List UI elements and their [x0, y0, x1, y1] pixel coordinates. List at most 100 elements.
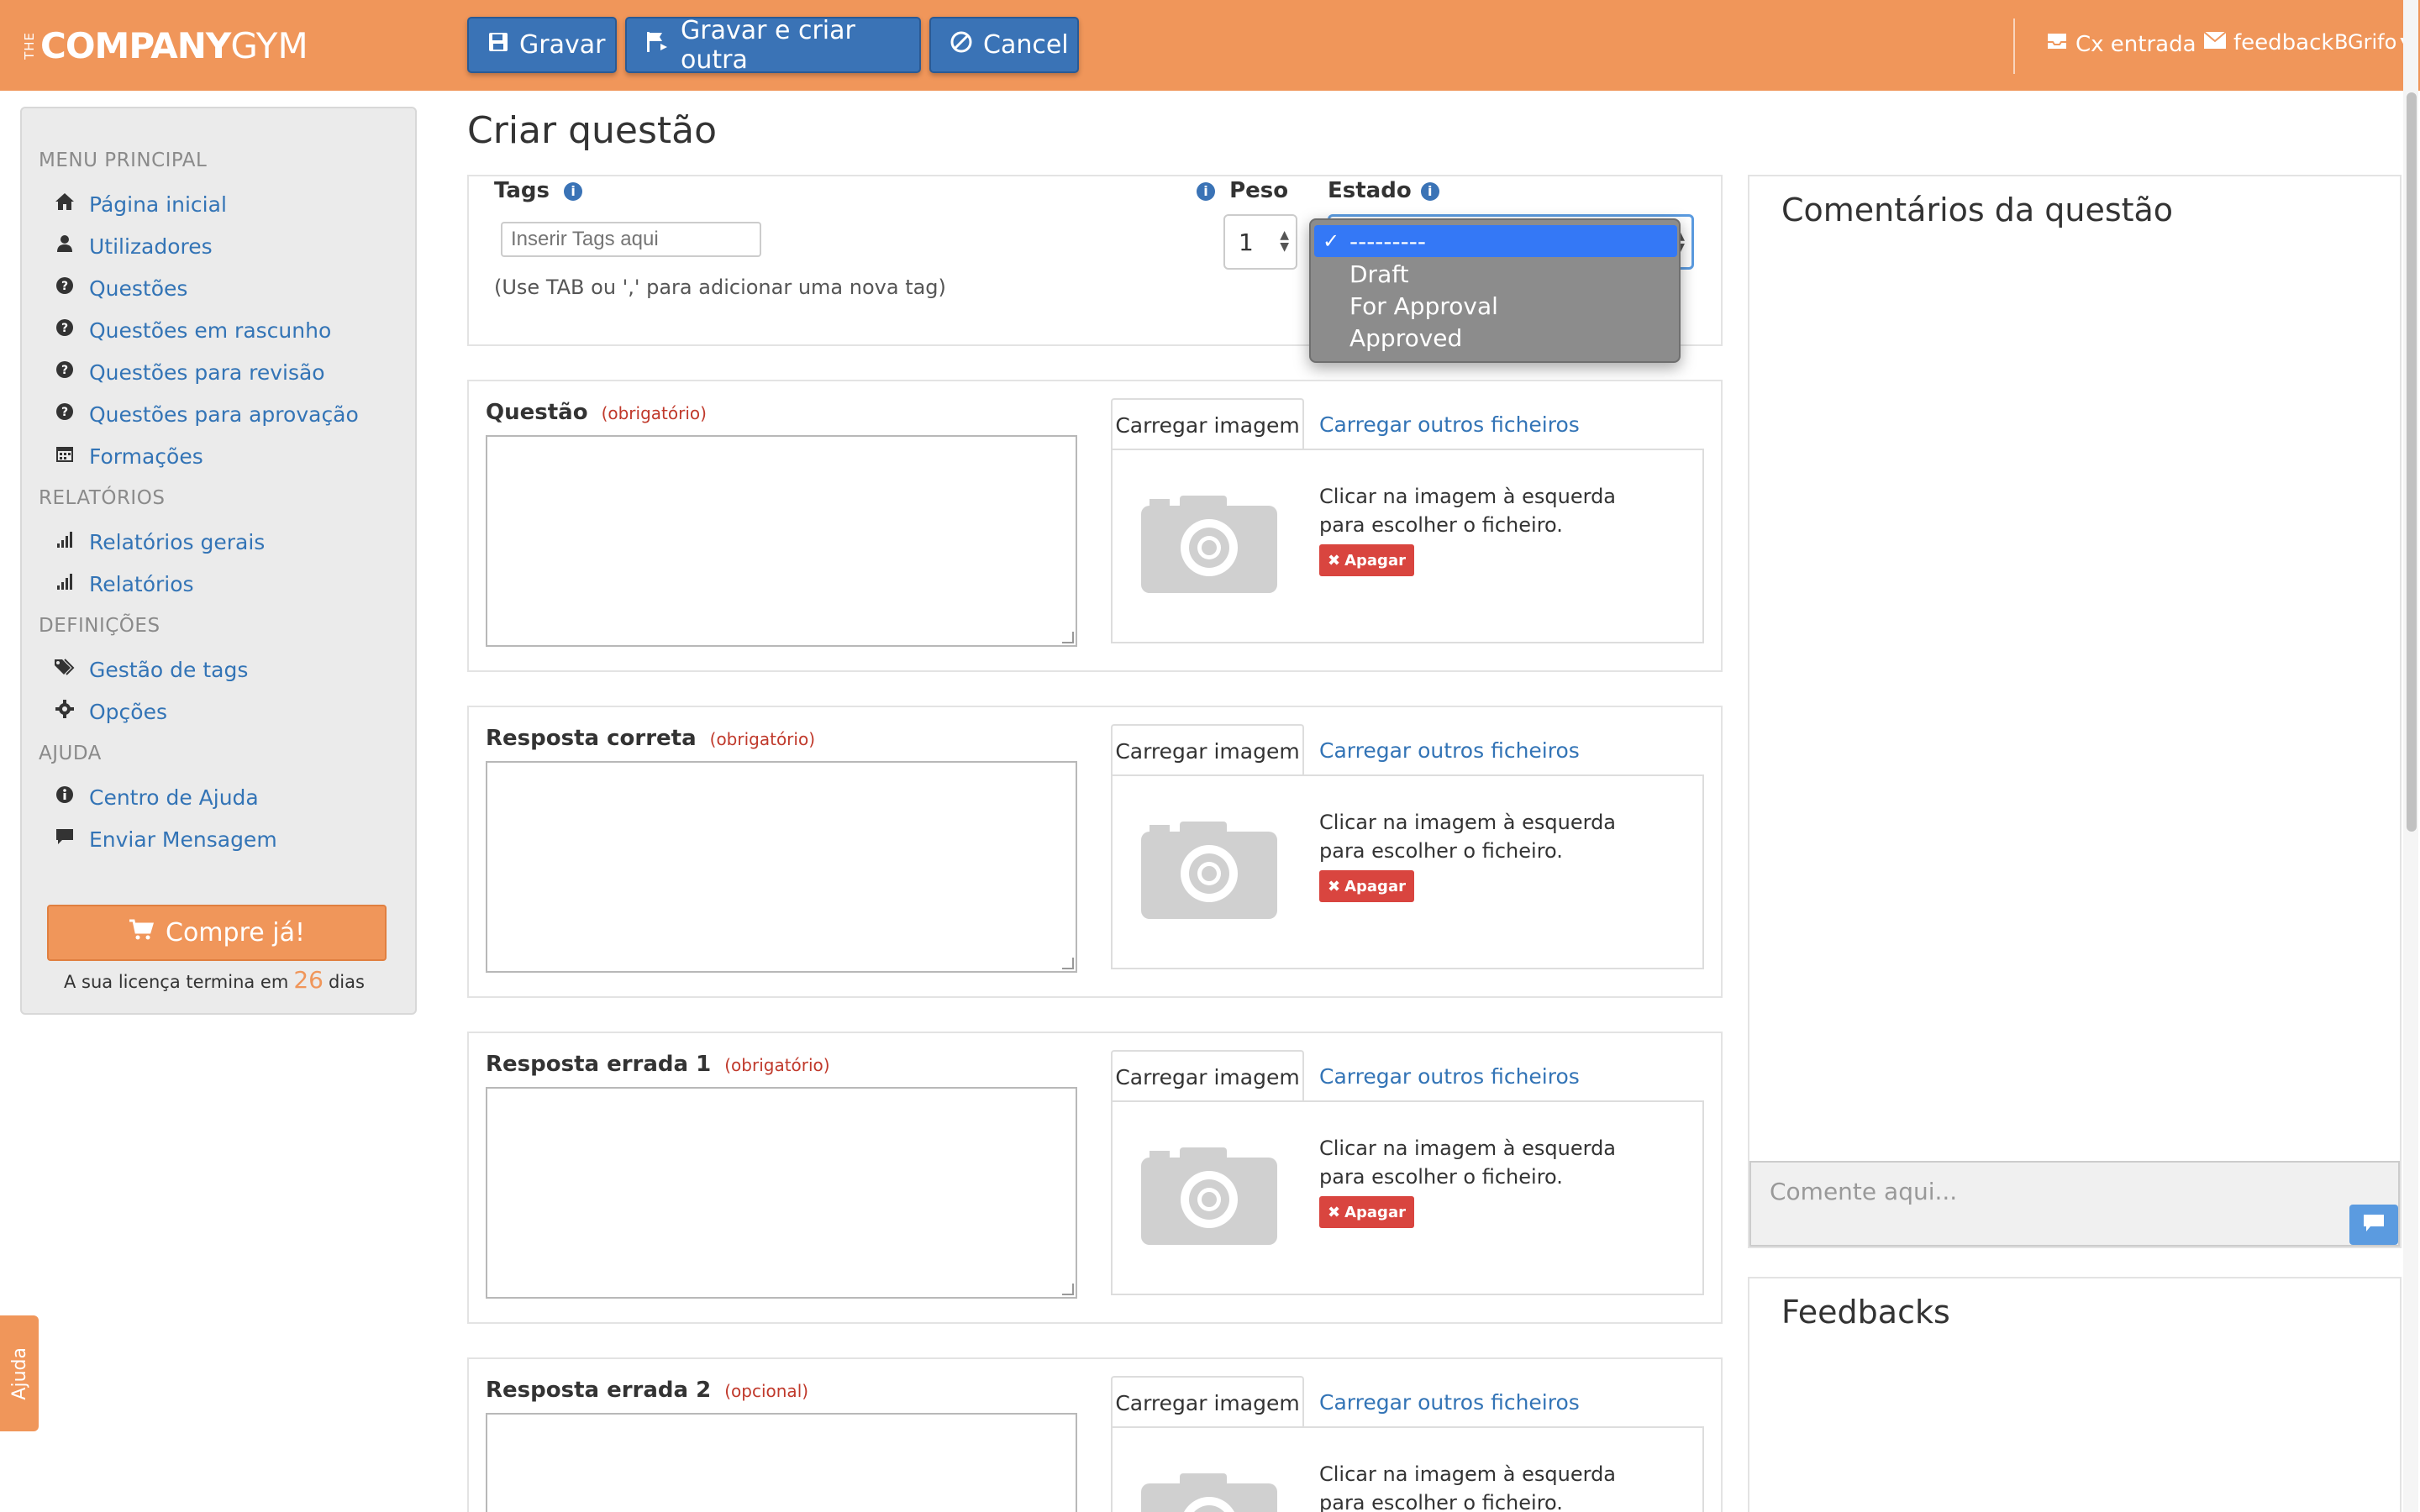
- sidebar-item-questions[interactable]: ? Questões: [52, 271, 187, 305]
- scrollbar-thumb[interactable]: [2407, 92, 2417, 832]
- sidebar-item-send-message[interactable]: Enviar Mensagem: [52, 822, 277, 856]
- delete-button[interactable]: ✖ Apagar: [1319, 1196, 1414, 1228]
- comments-title: Comentários da questão: [1781, 192, 2174, 228]
- close-icon: ✖: [1328, 877, 1341, 895]
- cancel-button[interactable]: Cancel: [929, 17, 1079, 73]
- home-icon: [52, 192, 77, 216]
- tags-hint: (Use TAB ou ',' para adicionar uma nova …: [494, 276, 946, 299]
- tab-upload-image[interactable]: Carregar imagem: [1111, 398, 1304, 450]
- delete-button[interactable]: ✖ Apagar: [1319, 870, 1414, 902]
- tab-upload-files[interactable]: Carregar outros ficheiros: [1319, 724, 1580, 776]
- info-icon[interactable]: i: [564, 181, 583, 201]
- checkmark-icon: ✓: [1323, 229, 1340, 253]
- ban-icon: [950, 30, 973, 60]
- close-icon: ✖: [1328, 551, 1341, 570]
- sidebar-heading-reports: RELATÓRIOS: [39, 487, 166, 509]
- tab-upload-files[interactable]: Carregar outros ficheiros: [1319, 1376, 1580, 1428]
- upload-instructions: Clicar na imagem à esquerda para escolhe…: [1319, 1462, 1617, 1512]
- wrong-answer-2-textarea[interactable]: [486, 1413, 1077, 1512]
- tab-upload-image[interactable]: Carregar imagem: [1111, 1050, 1304, 1102]
- tab-upload-files[interactable]: Carregar outros ficheiros: [1319, 398, 1580, 450]
- resize-handle[interactable]: [1062, 632, 1074, 643]
- sidebar-item-reports[interactable]: Relatórios: [52, 567, 194, 601]
- tab-upload-image[interactable]: Carregar imagem: [1111, 724, 1304, 776]
- delete-button[interactable]: ✖ Apagar: [1319, 544, 1414, 576]
- gear-icon: [52, 700, 77, 723]
- upload-box: Clicar na imagem à esquerda para escolhe…: [1111, 1100, 1704, 1295]
- comment-icon: [52, 827, 77, 851]
- peso-select[interactable]: 1 ▲ ▼: [1223, 214, 1297, 270]
- comment-input[interactable]: Comente aqui...: [1749, 1161, 2400, 1247]
- tags-input[interactable]: [501, 222, 761, 257]
- tab-upload-files[interactable]: Carregar outros ficheiros: [1319, 1050, 1580, 1102]
- sidebar-item-drafts[interactable]: ? Questões em rascunho: [52, 313, 331, 347]
- send-comment-button[interactable]: [2349, 1205, 2398, 1245]
- resize-handle[interactable]: [1062, 1284, 1074, 1295]
- sidebar-item-users[interactable]: Utilizadores: [52, 229, 213, 263]
- correct-answer-textarea[interactable]: [486, 761, 1077, 973]
- inbox-icon: [2045, 30, 2069, 58]
- sidebar-heading-help: AJUDA: [39, 743, 102, 764]
- top-bar: THE COMPANY GYM Gravar Gravar e criar ou…: [0, 0, 2420, 91]
- upload-instructions: Clicar na imagem à esquerda para escolhe…: [1319, 485, 1617, 537]
- save-button[interactable]: Gravar: [467, 17, 617, 73]
- upload-box: Clicar na imagem à esquerda para escolhe…: [1111, 774, 1704, 969]
- signal-icon: [52, 530, 77, 554]
- estado-option-draft[interactable]: Draft: [1314, 258, 1677, 290]
- calendar-icon: [52, 444, 77, 468]
- camera-icon[interactable]: [1141, 1147, 1277, 1245]
- question-circle-icon: ?: [52, 360, 77, 384]
- resize-handle[interactable]: [1062, 958, 1074, 969]
- svg-text:?: ?: [61, 364, 68, 377]
- upload-tabs: Carregar imagem Carregar outros ficheiro…: [1111, 1050, 1704, 1102]
- sidebar-item-review[interactable]: ? Questões para revisão: [52, 355, 325, 389]
- updown-arrows-icon: ▲▼: [1280, 228, 1289, 254]
- field-label: Resposta errada 1 (obrigatório): [486, 1052, 830, 1077]
- save-and-new-button[interactable]: Gravar e criar outra: [625, 16, 921, 75]
- field-label: Resposta errada 2 (opcional): [486, 1378, 809, 1403]
- camera-icon[interactable]: [1141, 822, 1277, 919]
- sidebar-item-options[interactable]: Opções: [52, 695, 167, 728]
- upload-tabs: Carregar imagem Carregar outros ficheiro…: [1111, 724, 1704, 776]
- upload-tabs: Carregar imagem Carregar outros ficheiro…: [1111, 1376, 1704, 1428]
- comment-icon: [2362, 1213, 2386, 1236]
- inbox-link[interactable]: Cx entrada: [2045, 30, 2196, 58]
- sidebar-item-home[interactable]: Página inicial: [52, 187, 227, 221]
- toolbar-divider: [2013, 18, 2015, 74]
- sidebar-item-general-reports[interactable]: Relatórios gerais: [52, 525, 265, 559]
- wrong-answer-1-textarea[interactable]: [486, 1087, 1077, 1299]
- sidebar-item-approval[interactable]: ? Questões para aprovação: [52, 397, 359, 431]
- svg-text:?: ?: [61, 406, 68, 419]
- user-menu[interactable]: BGrifo ▼: [2334, 30, 2409, 54]
- upload-box: Clicar na imagem à esquerda para escolhe…: [1111, 1426, 1704, 1512]
- cart-icon: [129, 918, 155, 948]
- estado-option-empty[interactable]: ✓ ---------: [1314, 225, 1677, 257]
- license-notice: A sua licença termina em 26 dias: [64, 966, 365, 994]
- feedback-link[interactable]: feedback: [2203, 30, 2333, 55]
- sidebar-item-trainings[interactable]: Formações: [52, 439, 203, 473]
- estado-option-approved[interactable]: Approved: [1314, 322, 1677, 354]
- tags-label: Tags i: [494, 178, 583, 203]
- help-tab[interactable]: Ajuda: [0, 1315, 39, 1431]
- question-textarea[interactable]: [486, 435, 1077, 647]
- info-icon[interactable]: i: [1197, 181, 1215, 201]
- sidebar-item-tag-management[interactable]: Gestão de tags: [52, 653, 248, 686]
- info-icon[interactable]: i: [1420, 181, 1439, 201]
- camera-icon[interactable]: [1141, 496, 1277, 593]
- upload-instructions: Clicar na imagem à esquerda para escolhe…: [1319, 811, 1617, 863]
- upload-box: Clicar na imagem à esquerda para escolhe…: [1111, 449, 1704, 643]
- camera-icon[interactable]: [1141, 1473, 1277, 1512]
- estado-label: Estado i: [1328, 178, 1439, 203]
- buy-now-button[interactable]: Compre já!: [47, 905, 387, 961]
- company-logo[interactable]: THE COMPANY GYM: [22, 22, 308, 69]
- license-days: 26: [293, 966, 324, 994]
- feedbacks-title: Feedbacks: [1781, 1294, 1950, 1331]
- tab-upload-image[interactable]: Carregar imagem: [1111, 1376, 1304, 1428]
- field-label: Resposta correta (obrigatório): [486, 726, 816, 751]
- sidebar-item-help-center[interactable]: Centro de Ajuda: [52, 780, 259, 814]
- page-title: Criar questão: [467, 109, 718, 152]
- flag-icon: [645, 30, 671, 60]
- estado-dropdown-menu: ✓ --------- Draft For Approval Approved: [1309, 218, 1681, 363]
- estado-option-for-approval[interactable]: For Approval: [1314, 290, 1677, 322]
- envelope-icon: [2203, 30, 2227, 55]
